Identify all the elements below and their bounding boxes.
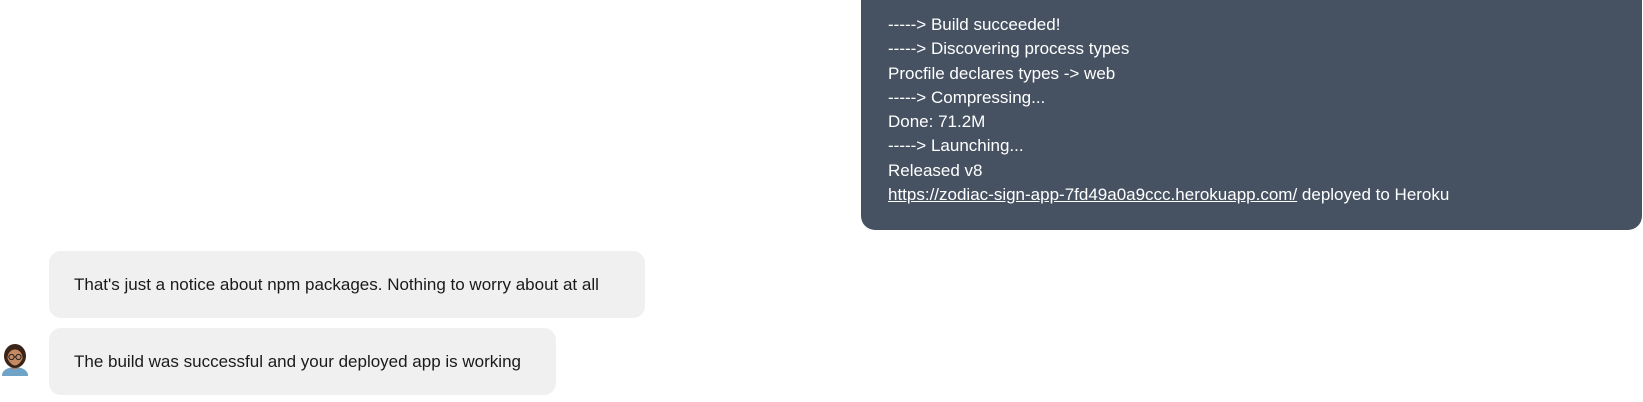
- deploy-line: https://zodiac-sign-app-7fd49a0a9ccc.her…: [888, 183, 1642, 207]
- log-line: -----> Compressing...: [888, 87, 1046, 107]
- log-line: Done: 71.2M: [888, 112, 986, 132]
- message-text: That's just a notice about npm packages.…: [74, 274, 599, 294]
- log-line: -----> Build succeeded!: [888, 15, 1061, 34]
- incoming-message-bubble: That's just a notice about npm packages.…: [49, 251, 645, 318]
- deployed-app-link[interactable]: https://zodiac-sign-app-7fd49a0a9ccc.her…: [888, 185, 1297, 204]
- log-line: Procfile declares types -> web: [888, 63, 1116, 83]
- incoming-message-bubble: The build was successful and your deploy…: [49, 328, 556, 395]
- log-line: -----> Discovering process types: [888, 39, 1130, 59]
- message-text: The build was successful and your deploy…: [74, 351, 521, 371]
- outgoing-message-bubble: -----> Build succeeded! -----> Discoveri…: [861, 0, 1642, 230]
- chat-thread: -----> Build succeeded! -----> Discoveri…: [0, 0, 1643, 402]
- log-line: -----> Launching...: [888, 136, 1024, 156]
- deploy-suffix: deployed to Heroku: [1297, 185, 1450, 205]
- log-line: Released v8: [888, 160, 983, 180]
- user-avatar-icon[interactable]: [0, 343, 30, 376]
